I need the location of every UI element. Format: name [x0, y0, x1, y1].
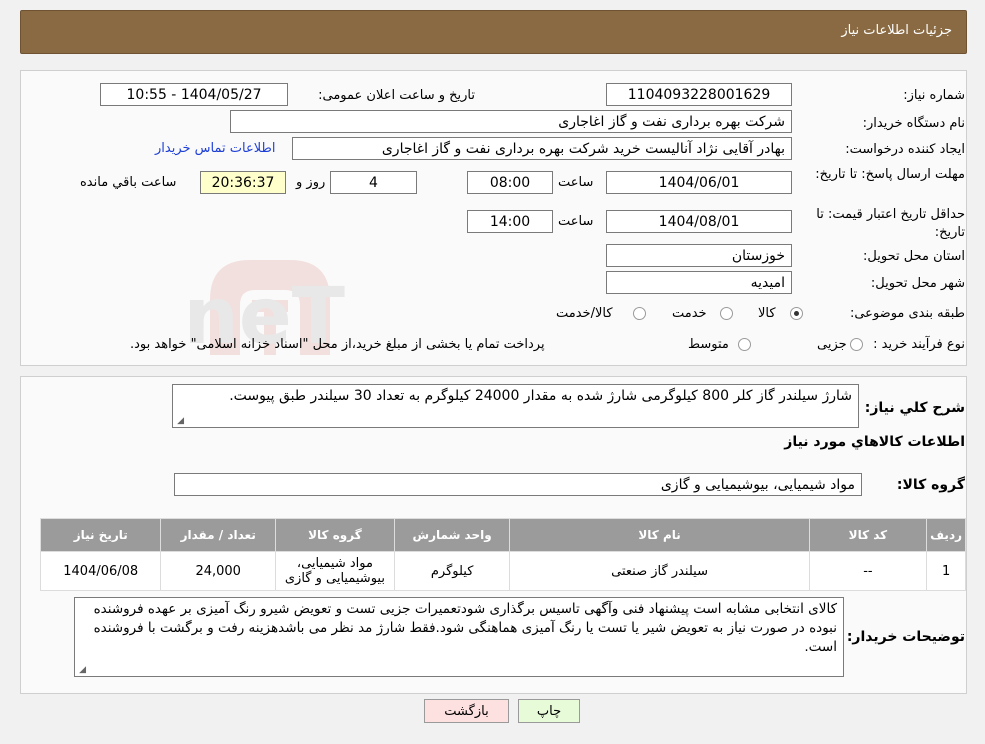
page-title: جزئیات اطلاعات نیاز — [841, 23, 952, 38]
col-row: رديف — [926, 518, 966, 552]
purchase-process-label: نوع فرآیند خرید : — [873, 337, 965, 352]
col-date: تاریخ نیاز — [39, 518, 162, 552]
cell-name: سیلندر گاز صنعتی — [509, 551, 810, 591]
summary-text: شارژ سیلندر گاز کلر 800 کیلوگرمی شارژ شد… — [229, 388, 852, 404]
deadline-time-label: ساعت — [558, 175, 594, 190]
col-code: کد کالا — [808, 518, 928, 552]
cell-group: مواد شیمیایی، بیوشیمیایی و گازی — [274, 551, 395, 591]
process-option-medium: متوسط — [688, 337, 729, 352]
cell-unit: کیلوگرم — [393, 551, 511, 591]
announce-datetime-field: 1404/05/27 - 10:55 — [100, 83, 288, 106]
buyer-notes-textarea[interactable]: کالای انتخابی مشابه است پیشنهاد فنی وآگه… — [74, 597, 844, 677]
province-field: خوزستان — [606, 244, 792, 267]
need-number-field: 1104093228001629 — [606, 83, 792, 106]
back-button[interactable]: بازگشت — [424, 699, 509, 723]
goods-group-field: مواد شیمیایی، بیوشیمیایی و گازی — [174, 473, 862, 496]
creator-field: بهادر آقایی نژاد آنالیست خرید شرکت بهره … — [292, 137, 792, 160]
category-radio-service[interactable] — [720, 307, 733, 320]
buyer-org-label: نام دستگاه خریدار: — [862, 116, 965, 131]
cell-group-line1: مواد شیمیایی، — [296, 556, 373, 571]
goods-group-label: گروه کالا: — [896, 477, 965, 493]
category-label: طبقه بندی موضوعی: — [849, 306, 965, 321]
days-label: روز و — [296, 175, 326, 190]
process-option-minor: جزیی — [817, 337, 847, 352]
process-radio-minor[interactable] — [850, 338, 863, 351]
process-note: پرداخت تمام یا بخشی از مبلغ خرید،از محل … — [130, 337, 545, 352]
summary-textarea[interactable]: شارژ سیلندر گاز کلر 800 کیلوگرمی شارژ شد… — [172, 384, 859, 428]
resize-grip-icon: ◢ — [79, 665, 86, 675]
cell-date: 1404/06/08 — [39, 551, 162, 591]
buyer-notes-text: کالای انتخابی مشابه است پیشنهاد فنی وآگه… — [93, 601, 837, 655]
category-radio-goods[interactable] — [790, 307, 803, 320]
deadline-label: مهلت ارسال پاسخ: تا تاریخ: — [815, 167, 965, 182]
days-remaining-field: 4 — [330, 171, 417, 194]
need-number-label: شماره نیاز: — [903, 88, 965, 103]
col-name: نام کالا — [509, 518, 810, 552]
col-qty: تعداد / مقدار — [160, 518, 276, 552]
price-validity-label: حداقل تاریخ اعتبار قیمت: تا تاریخ: — [816, 207, 965, 240]
price-validity-time-label: ساعت — [558, 214, 594, 229]
goods-table: رديف کد کالا نام کالا واحد شمارش گروه کا… — [39, 518, 966, 591]
city-label: شهر محل تحویل: — [870, 276, 965, 291]
summary-label: شرح کلي نياز: — [864, 400, 965, 416]
table-row[interactable]: 1 -- سیلندر گاز صنعتی کیلوگرم مواد شیمیا… — [39, 551, 966, 591]
price-validity-date-field: 1404/08/01 — [606, 210, 792, 233]
buyer-org-field: شرکت بهره برداری نفت و گاز اغاجاری — [230, 110, 792, 133]
deadline-date-field: 1404/06/01 — [606, 171, 792, 194]
category-option-goods-service: کالا/خدمت — [556, 306, 613, 321]
page-header: جزئیات اطلاعات نیاز — [20, 10, 967, 54]
remaining-time-field: 20:36:37 — [200, 171, 286, 194]
category-option-service: خدمت — [672, 306, 707, 321]
table-header-row: رديف کد کالا نام کالا واحد شمارش گروه کا… — [39, 518, 966, 552]
announce-datetime-label: تاریخ و ساعت اعلان عمومی: — [318, 88, 475, 103]
buyer-notes-label: توضیحات خریدار: — [846, 629, 965, 645]
province-label: استان محل تحویل: — [863, 249, 965, 264]
remaining-time-label: ساعت باقي مانده — [80, 175, 177, 190]
buyer-contact-link[interactable]: اطلاعات تماس خریدار — [155, 141, 275, 156]
price-validity-time-field: 14:00 — [467, 210, 553, 233]
col-unit: واحد شمارش — [393, 518, 511, 552]
goods-info-title: اطلاعات کالاهاي مورد نياز — [784, 434, 965, 450]
resize-grip-icon: ◢ — [177, 416, 184, 426]
process-radio-medium[interactable] — [738, 338, 751, 351]
cell-code: -- — [808, 551, 928, 591]
cell-group-line2: بیوشیمیایی و گازی — [284, 571, 385, 586]
category-radio-goods-service[interactable] — [633, 307, 646, 320]
category-option-goods: کالا — [758, 306, 776, 321]
print-button[interactable]: چاپ — [518, 699, 580, 723]
col-group: گروه کالا — [274, 518, 395, 552]
cell-qty: 24,000 — [160, 551, 276, 591]
cell-row: 1 — [926, 551, 966, 591]
deadline-time-field: 08:00 — [467, 171, 553, 194]
creator-label: ایجاد کننده درخواست: — [845, 142, 965, 157]
city-field: امیدیه — [606, 271, 792, 294]
